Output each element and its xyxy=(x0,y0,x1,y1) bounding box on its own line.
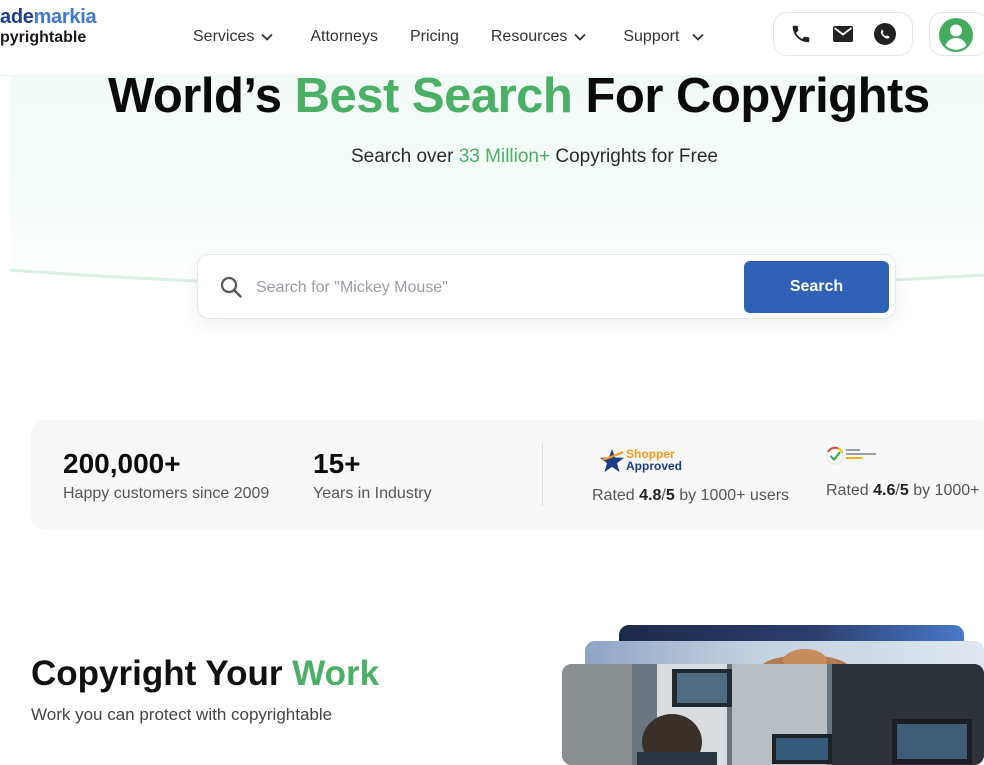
mail-icon[interactable] xyxy=(831,22,855,46)
account-button[interactable] xyxy=(929,12,984,56)
nav-label-resources: Resources xyxy=(490,28,568,45)
shopper-out-of: 5 xyxy=(665,487,675,504)
hero-subtitle: Search over 33 Million+ Copyrights for F… xyxy=(351,146,718,168)
stat-customers-label: Happy customers since 2009 xyxy=(63,485,270,502)
logo-text-part2: markia xyxy=(33,6,97,28)
google-score: 4.6 xyxy=(873,482,896,499)
stat-customers-value: 200,000+ xyxy=(63,448,181,479)
nav-item-attorneys[interactable]: Attorneys xyxy=(310,28,378,46)
photo-card-front xyxy=(562,664,984,765)
shopper-approved-logo: Shopper Approved xyxy=(599,448,689,474)
stat-years-label: Years in Industry xyxy=(313,485,432,502)
shopper-logo-line2: Approved xyxy=(626,459,683,473)
user-account-icon xyxy=(939,18,973,52)
google-check-icon xyxy=(826,446,876,465)
google-suffix: by 1000+ xyxy=(908,482,980,499)
hero-title: World’s Best Search For Copyrights xyxy=(108,68,930,124)
phone-icon[interactable] xyxy=(789,22,813,46)
search-button[interactable]: Search xyxy=(744,261,889,313)
shopper-suffix: by 1000+ users xyxy=(674,487,790,504)
stats-divider xyxy=(542,444,543,506)
google-rating-text: Rated 4.6/5 by 1000+ xyxy=(826,482,979,500)
workspace-photo xyxy=(562,664,984,765)
nav-label-pricing: Pricing xyxy=(409,28,459,45)
nav-item-pricing[interactable]: Pricing xyxy=(410,28,459,46)
nav-label-support: Support xyxy=(623,28,680,45)
nav-label-services: Services xyxy=(193,28,255,45)
logo-text-part1: ade xyxy=(0,6,34,28)
contact-options xyxy=(773,12,913,56)
nav-item-services[interactable]: Services xyxy=(193,28,274,46)
chevron-down-icon xyxy=(574,33,586,41)
search-icon xyxy=(220,276,242,298)
hero-subtitle-end: Copyrights for Free xyxy=(550,146,718,167)
hero-subtitle-start: Search over xyxy=(351,146,459,167)
google-rated-prefix: Rated xyxy=(826,482,874,499)
hero-title-highlight: Best Search xyxy=(294,69,573,123)
chevron-down-icon xyxy=(261,33,273,41)
stat-years-value: 15+ xyxy=(313,448,361,479)
section-title-highlight: Work xyxy=(292,654,380,693)
main-nav: Services Attorneys Pricing Resources Sup… xyxy=(193,28,705,46)
search-bar: Search xyxy=(197,254,896,319)
hero-title-start: World’s xyxy=(108,69,295,123)
nav-label-attorneys: Attorneys xyxy=(310,28,378,45)
shopper-rated-prefix: Rated xyxy=(592,487,640,504)
star-icon xyxy=(600,449,624,472)
hero-subtitle-highlight: 33 Million+ xyxy=(458,146,551,167)
shopper-rating-text: Rated 4.8/5 by 1000+ users xyxy=(592,487,789,505)
logo-line-1: ademarkia xyxy=(0,6,97,28)
section-subtitle: Work you can protect with copyrightable xyxy=(31,705,333,724)
section-title: Copyright Your Work xyxy=(31,654,379,694)
brand-logo[interactable]: ademarkia pyrightable xyxy=(0,6,97,46)
stats-bar: 200,000+ Happy customers since 2009 15+ … xyxy=(31,420,984,530)
logo-text-line2: pyrightable xyxy=(0,29,87,46)
nav-item-support[interactable]: Support xyxy=(623,28,705,46)
hero-title-end: For Copyrights xyxy=(572,69,930,123)
search-input[interactable] xyxy=(254,271,728,305)
chevron-down-icon xyxy=(692,33,705,41)
site-header: ademarkia pyrightable Services Attorneys… xyxy=(0,0,984,76)
google-reviews-logo xyxy=(826,446,890,466)
section-title-start: Copyright Your xyxy=(31,654,293,693)
google-out-of: 5 xyxy=(899,482,909,499)
whatsapp-icon[interactable] xyxy=(873,22,897,46)
shopper-score: 4.8 xyxy=(639,487,662,504)
nav-item-resources[interactable]: Resources xyxy=(491,28,587,46)
